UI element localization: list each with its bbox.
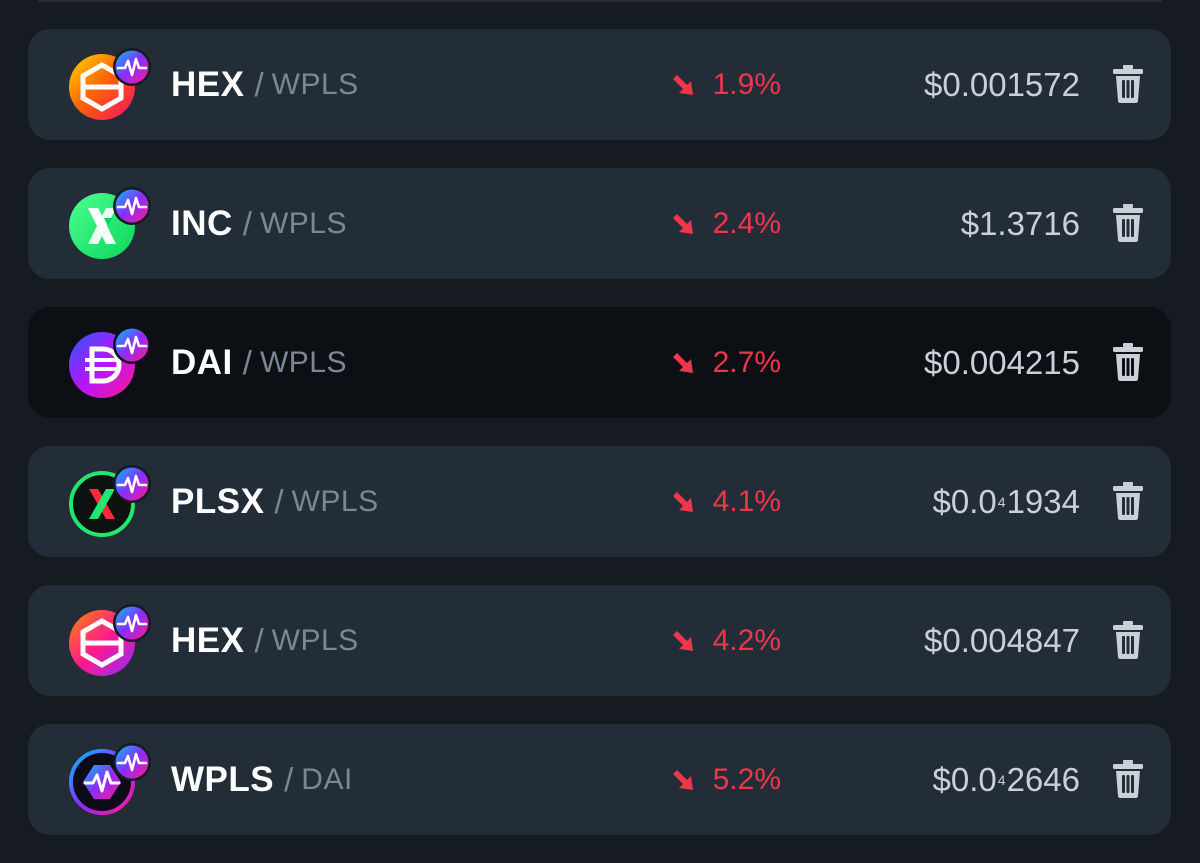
price-value: $0.004215 [924,343,1080,381]
token-price: $1.3716 [961,168,1080,279]
token-price: $0.004215 [924,307,1080,418]
pulse-heartbeat-icon [112,325,152,365]
previous-row-edge [38,0,1162,2]
arrow-down-right-icon [672,352,693,373]
base-token: HEX [171,64,245,104]
base-token: HEX [171,620,245,660]
watchlist-row[interactable]: PLSX / WPLS 4.1% $0.0 4 1934 [28,446,1171,557]
pair-separator: / [242,343,252,381]
token-price: $0.0 4 1934 [933,446,1080,557]
token-price: $0.004847 [924,585,1080,696]
price-value: $0.004847 [924,621,1080,659]
quote-token: WPLS [271,623,359,657]
price-change: 4.2% [671,585,781,696]
quote-token: WPLS [271,67,359,101]
base-token: INC [171,203,233,243]
watchlist-row[interactable]: HEX / WPLS 4.2% $0.004847 [28,585,1171,696]
watchlist-row[interactable]: WPLS / DAI 5.2% $0.0 4 2646 [28,724,1171,835]
base-token: PLSX [171,481,265,521]
price-change-value: 2.7% [712,345,781,379]
quote-token: WPLS [259,206,347,240]
price-suffix: 2646 [1006,760,1080,798]
price-zero-count: 4 [997,493,1006,510]
trash-icon[interactable] [1113,482,1143,520]
token-pair: DAI / WPLS [171,307,347,418]
token-pair: PLSX / WPLS [171,446,379,557]
pulse-heartbeat-icon [112,603,152,643]
pair-separator: / [254,65,264,103]
arrow-down-right-icon [672,630,693,651]
price-change: 5.2% [671,724,781,835]
pulse-heartbeat-icon [112,47,152,87]
quote-token: WPLS [291,484,379,518]
pair-separator: / [284,760,294,798]
arrow-down-right-icon [672,213,693,234]
price-change-value: 4.2% [712,623,781,657]
arrow-down-right-icon [672,769,693,790]
quote-token: DAI [301,762,353,796]
trash-icon[interactable] [1113,204,1143,242]
watchlist-row[interactable]: HEX / WPLS 1.9% $0.001572 [28,29,1171,140]
watchlist-row[interactable]: DAI / WPLS 2.7% $0.004215 [28,307,1171,418]
watchlist-row[interactable]: INC / WPLS 2.4% $1.3716 [28,168,1171,279]
token-price: $0.0 4 2646 [933,724,1080,835]
price-zero-count: 4 [997,771,1006,788]
trash-icon[interactable] [1113,343,1143,381]
quote-token: WPLS [259,345,347,379]
pair-separator: / [242,204,252,242]
base-token: DAI [171,342,233,382]
pulse-heartbeat-icon [112,464,152,504]
price-change-value: 1.9% [712,67,781,101]
price-change: 2.7% [671,307,781,418]
token-pair: WPLS / DAI [171,724,353,835]
token-pair: INC / WPLS [171,168,347,279]
trash-icon[interactable] [1113,760,1143,798]
trash-icon[interactable] [1113,621,1143,659]
price-prefix: $0.0 [932,482,997,520]
base-token: WPLS [171,759,275,799]
arrow-down-right-icon [672,491,693,512]
price-prefix: $0.0 [932,760,997,798]
token-pair: HEX / WPLS [171,585,359,696]
token-pair: HEX / WPLS [171,29,359,140]
price-change: 1.9% [671,29,781,140]
trash-icon[interactable] [1113,65,1143,103]
price-value: $1.3716 [960,204,1080,242]
pair-separator: / [254,621,264,659]
pulse-heartbeat-icon [112,186,152,226]
price-value: $0.001572 [924,65,1080,103]
price-change: 2.4% [671,168,781,279]
arrow-down-right-icon [672,74,693,95]
price-change: 4.1% [671,446,781,557]
price-suffix: 1934 [1006,482,1080,520]
price-change-value: 2.4% [712,206,781,240]
pulse-heartbeat-icon [112,742,152,782]
pair-separator: / [274,482,284,520]
price-change-value: 5.2% [712,762,781,796]
token-price: $0.001572 [924,29,1080,140]
price-change-value: 4.1% [712,484,781,518]
watchlist: HEX / WPLS 1.9% $0.001572 INC / WPLS 2.4… [28,29,1171,863]
